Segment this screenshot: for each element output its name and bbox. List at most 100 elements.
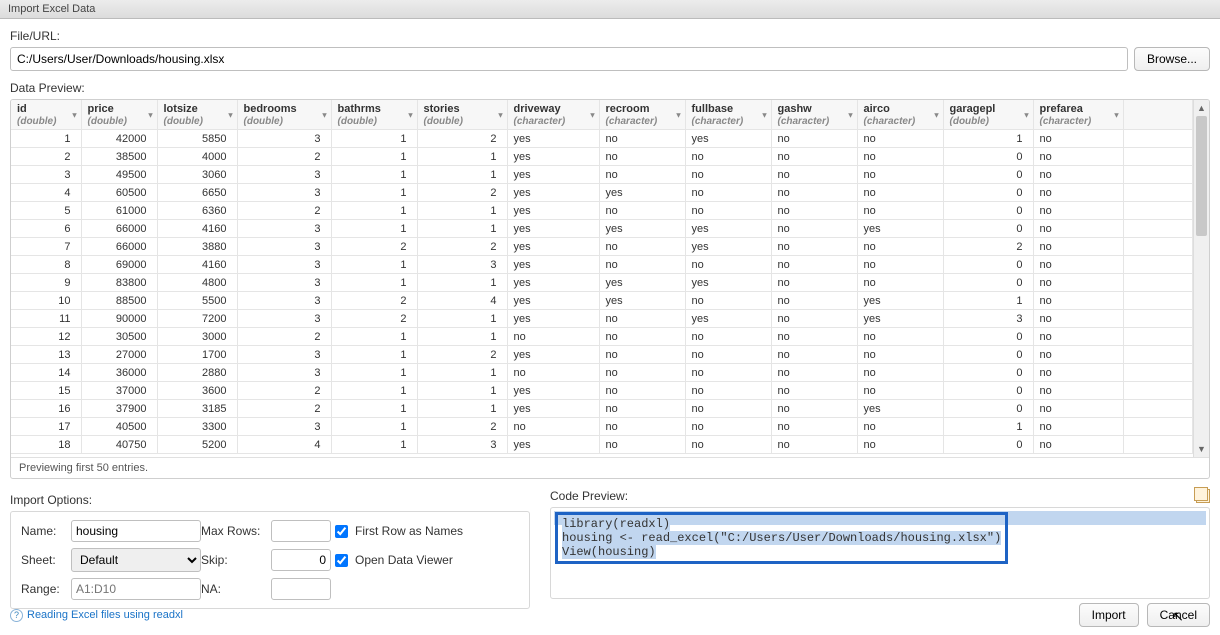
column-type: (character) xyxy=(692,116,744,127)
name-input[interactable] xyxy=(71,520,201,542)
table-cell: no xyxy=(857,274,943,292)
scroll-up-arrow[interactable]: ▲ xyxy=(1194,100,1209,116)
table-row[interactable]: 2385004000211yesnononono0no xyxy=(11,148,1193,166)
column-header-garagepl[interactable]: garagepl(double)▾ xyxy=(943,100,1033,130)
table-row[interactable]: 1420005850312yesnoyesnono1no xyxy=(11,130,1193,148)
chevron-down-icon[interactable]: ▾ xyxy=(72,110,76,119)
window-title: Import Excel Data xyxy=(8,3,95,15)
table-row[interactable]: 4605006650312yesyesnonono0no xyxy=(11,184,1193,202)
table-cell: 1 xyxy=(331,220,417,238)
table-row[interactable]: 12305003000211nonononono0no xyxy=(11,328,1193,346)
column-header-lotsize[interactable]: lotsize(double)▾ xyxy=(157,100,237,130)
file-url-label: File/URL: xyxy=(10,29,1210,43)
chevron-down-icon[interactable]: ▾ xyxy=(676,110,680,119)
column-header-stories[interactable]: stories(double)▾ xyxy=(417,100,507,130)
column-header-fullbase[interactable]: fullbase(character)▾ xyxy=(685,100,771,130)
table-cell: yes xyxy=(507,166,599,184)
table-cell: 1 xyxy=(943,418,1033,436)
copy-icon[interactable] xyxy=(1196,489,1210,503)
table-cell: 83800 xyxy=(81,274,157,292)
chevron-down-icon[interactable]: ▾ xyxy=(498,110,502,119)
table-row[interactable]: 10885005500324yesyesnonoyes1no xyxy=(11,292,1193,310)
import-options-label: Import Options: xyxy=(10,493,530,507)
table-row[interactable]: 5610006360211yesnononono0no xyxy=(11,202,1193,220)
opendata-checkbox[interactable] xyxy=(335,554,348,567)
table-cell-empty xyxy=(1123,274,1193,292)
table-row[interactable]: 13270001700312yesnononono0no xyxy=(11,346,1193,364)
chevron-down-icon[interactable]: ▾ xyxy=(148,110,152,119)
table-cell: 1 xyxy=(417,166,507,184)
chevron-down-icon[interactable]: ▾ xyxy=(1114,110,1118,119)
cancel-button[interactable]: Cancel xyxy=(1147,603,1210,627)
table-cell: no xyxy=(771,238,857,256)
table-cell: no xyxy=(857,418,943,436)
table-cell: yes xyxy=(685,130,771,148)
column-header-bathrms[interactable]: bathrms(double)▾ xyxy=(331,100,417,130)
table-row[interactable]: 7660003880322yesnoyesnono2no xyxy=(11,238,1193,256)
table-row[interactable]: 17405003300312nonononono1no xyxy=(11,418,1193,436)
table-row[interactable]: 3495003060311yesnononono0no xyxy=(11,166,1193,184)
browse-button[interactable]: Browse... xyxy=(1134,47,1210,71)
skip-input[interactable] xyxy=(271,549,331,571)
code-preview-box[interactable]: library(readxl)housing <- read_excel("C:… xyxy=(550,507,1210,599)
table-cell: 3060 xyxy=(157,166,237,184)
table-row[interactable]: 16379003185211yesnononoyes0no xyxy=(11,400,1193,418)
table-cell: 5200 xyxy=(157,436,237,454)
column-header-id[interactable]: id(double)▾ xyxy=(11,100,81,130)
table-cell: no xyxy=(857,148,943,166)
chevron-down-icon[interactable]: ▾ xyxy=(762,110,766,119)
table-row[interactable]: 18407505200413yesnononono0no xyxy=(11,436,1193,454)
table-cell: 1 xyxy=(331,130,417,148)
column-name: lotsize xyxy=(164,103,231,115)
maxrows-input[interactable] xyxy=(271,520,331,542)
table-cell: no xyxy=(771,130,857,148)
import-button[interactable]: Import xyxy=(1079,603,1139,627)
table-cell: 2 xyxy=(417,130,507,148)
column-header-driveway[interactable]: driveway(character)▾ xyxy=(507,100,599,130)
table-cell: 3 xyxy=(943,310,1033,328)
table-cell: no xyxy=(599,382,685,400)
table-row[interactable]: 11900007200321yesnoyesnoyes3no xyxy=(11,310,1193,328)
table-row[interactable]: 6660004160311yesyesyesnoyes0no xyxy=(11,220,1193,238)
table-cell: 6650 xyxy=(157,184,237,202)
column-header-airco[interactable]: airco(character)▾ xyxy=(857,100,943,130)
sheet-select[interactable]: Default xyxy=(71,548,201,572)
table-cell: no xyxy=(599,328,685,346)
file-url-input[interactable] xyxy=(10,47,1128,71)
scroll-down-arrow[interactable]: ▼ xyxy=(1194,441,1209,457)
table-row[interactable]: 15370003600211yesnononono0no xyxy=(11,382,1193,400)
vertical-scrollbar[interactable]: ▲ ▼ xyxy=(1193,100,1209,457)
column-header-recroom[interactable]: recroom(character)▾ xyxy=(599,100,685,130)
table-cell: no xyxy=(1033,202,1123,220)
table-cell: no xyxy=(771,346,857,364)
help-link[interactable]: ? Reading Excel files using readxl xyxy=(10,609,183,622)
table-cell: no xyxy=(771,382,857,400)
chevron-down-icon[interactable]: ▾ xyxy=(590,110,594,119)
na-input[interactable] xyxy=(271,578,331,600)
range-input[interactable] xyxy=(71,578,201,600)
table-cell: 2 xyxy=(237,202,331,220)
column-header-bedrooms[interactable]: bedrooms(double)▾ xyxy=(237,100,331,130)
table-row[interactable]: 8690004160313yesnononono0no xyxy=(11,256,1193,274)
firstrow-label: First Row as Names xyxy=(355,524,463,538)
column-header-price[interactable]: price(double)▾ xyxy=(81,100,157,130)
column-header-prefarea[interactable]: prefarea(character)▾ xyxy=(1033,100,1123,130)
table-cell: 0 xyxy=(943,400,1033,418)
scroll-thumb[interactable] xyxy=(1196,116,1207,236)
firstrow-checkbox[interactable] xyxy=(335,525,348,538)
chevron-down-icon[interactable]: ▾ xyxy=(848,110,852,119)
column-type: (double) xyxy=(17,116,56,127)
column-header-gashw[interactable]: gashw(character)▾ xyxy=(771,100,857,130)
table-cell: no xyxy=(771,292,857,310)
chevron-down-icon[interactable]: ▾ xyxy=(322,110,326,119)
chevron-down-icon[interactable]: ▾ xyxy=(1024,110,1028,119)
table-cell: 17 xyxy=(11,418,81,436)
chevron-down-icon[interactable]: ▾ xyxy=(934,110,938,119)
chevron-down-icon[interactable]: ▾ xyxy=(228,110,232,119)
table-row[interactable]: 14360002880311nonononono0no xyxy=(11,364,1193,382)
table-cell: 69000 xyxy=(81,256,157,274)
table-row[interactable]: 9838004800311yesyesyesnono0no xyxy=(11,274,1193,292)
table-cell: 2 xyxy=(237,382,331,400)
chevron-down-icon[interactable]: ▾ xyxy=(408,110,412,119)
table-cell: 1 xyxy=(943,130,1033,148)
